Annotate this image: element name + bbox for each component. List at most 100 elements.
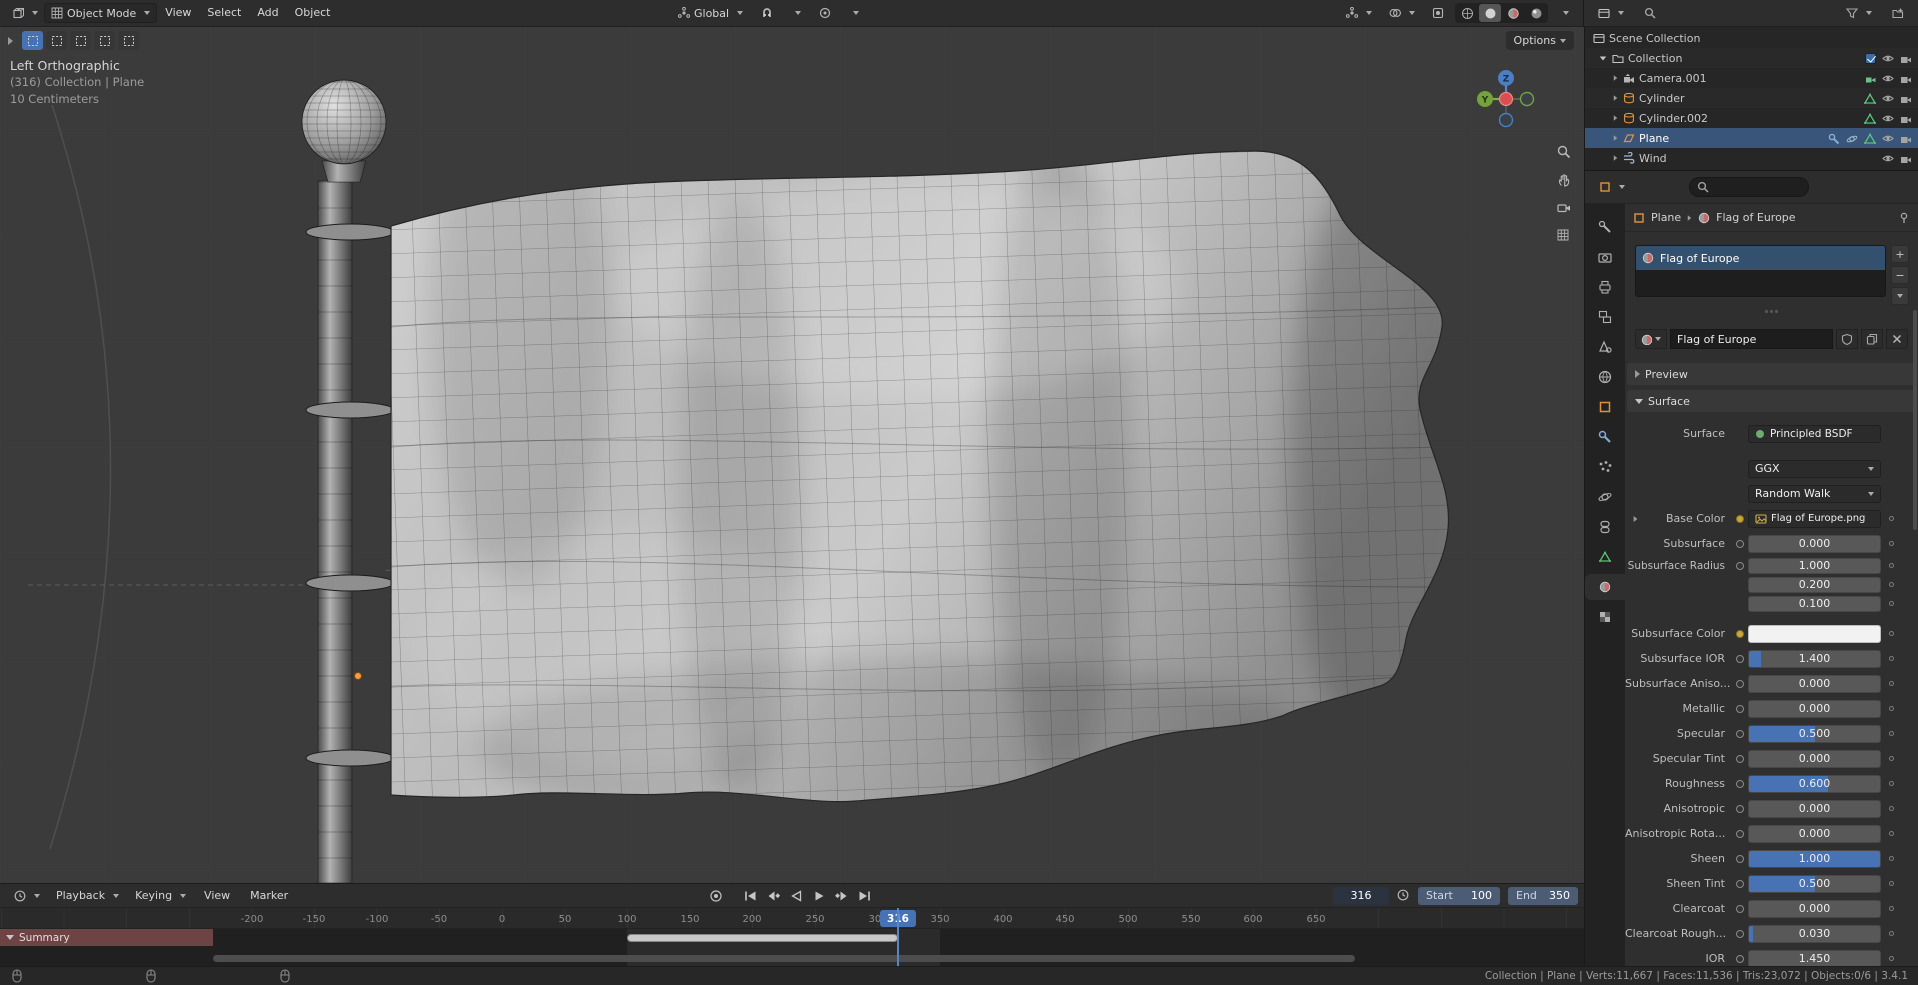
subsurface-radius-y-field[interactable]: 0.200 xyxy=(1748,576,1881,593)
list-resize-grip[interactable] xyxy=(1625,307,1918,315)
tab-world[interactable] xyxy=(1585,364,1625,390)
render-camera-icon[interactable] xyxy=(1900,152,1912,165)
xray-toggle[interactable] xyxy=(1426,3,1450,23)
playback-menu[interactable]: Playback xyxy=(50,886,125,906)
select-mode-extend-button[interactable] xyxy=(46,31,67,50)
hide-eye-icon[interactable] xyxy=(1882,52,1894,65)
next-keyframe-button[interactable] xyxy=(832,887,852,904)
animate-decorator[interactable] xyxy=(1888,856,1894,861)
animate-decorator[interactable] xyxy=(1888,656,1894,661)
timeline-marker-menu[interactable]: Marker xyxy=(242,886,296,906)
menu-add[interactable]: Add xyxy=(249,3,286,23)
distribution-dropdown[interactable]: GGX xyxy=(1748,459,1881,478)
outliner-row-cylinder[interactable]: Cylinder xyxy=(1585,88,1918,108)
surface-shader-button[interactable]: Principled BSDF xyxy=(1748,424,1881,443)
hide-eye-icon[interactable] xyxy=(1882,72,1894,85)
navigation-gizmo[interactable]: Z Y xyxy=(1474,67,1538,131)
proportional-editing-toggle[interactable] xyxy=(813,3,837,23)
timeline-view-menu[interactable]: View xyxy=(196,886,238,906)
expand-icon[interactable] xyxy=(1613,135,1618,141)
tab-physics[interactable] xyxy=(1585,484,1625,510)
add-slot-button[interactable]: + xyxy=(1891,245,1909,263)
timeline-ruler[interactable]: -200 -150 -100 -50 0 50 100 150 200 250 … xyxy=(0,908,1584,929)
subsurface-slider[interactable]: 0.000 xyxy=(1748,534,1881,553)
render-camera-icon[interactable] xyxy=(1900,52,1912,65)
menu-select[interactable]: Select xyxy=(199,3,249,23)
tab-output[interactable] xyxy=(1585,274,1625,300)
sheen-slider[interactable]: 1.000 xyxy=(1748,849,1881,868)
unlink-material-button[interactable] xyxy=(1886,329,1908,349)
tab-texture[interactable] xyxy=(1585,604,1625,630)
play-reverse-button[interactable] xyxy=(786,887,806,904)
outliner-editor-type-button[interactable] xyxy=(1592,3,1630,23)
scene-3d[interactable] xyxy=(0,27,1584,883)
editor-type-button[interactable] xyxy=(6,3,44,23)
tab-tool[interactable] xyxy=(1585,214,1625,240)
breadcrumb-object[interactable]: Plane xyxy=(1651,211,1681,224)
play-button[interactable] xyxy=(809,887,829,904)
use-preview-range-icon[interactable] xyxy=(1397,889,1410,903)
ior-field[interactable]: 1.450 xyxy=(1748,949,1881,966)
keyframe-band[interactable] xyxy=(627,934,898,942)
current-frame-field[interactable]: 316 xyxy=(1333,886,1389,905)
animate-decorator[interactable] xyxy=(1888,731,1894,736)
animate-decorator[interactable] xyxy=(1888,931,1894,936)
shading-solid-button[interactable] xyxy=(1479,4,1501,22)
properties-search-input[interactable] xyxy=(1689,177,1809,197)
jump-to-start-button[interactable] xyxy=(740,887,760,904)
outliner-filter-dropdown[interactable] xyxy=(1840,3,1878,23)
menu-object[interactable]: Object xyxy=(287,3,339,23)
specular-tint-slider[interactable]: 0.000 xyxy=(1748,749,1881,768)
shading-settings-dropdown[interactable] xyxy=(1553,3,1575,23)
camera-view-icon[interactable] xyxy=(1557,201,1572,216)
duplicate-material-button[interactable] xyxy=(1861,329,1883,349)
tab-object-data[interactable] xyxy=(1585,544,1625,570)
playhead-line[interactable] xyxy=(897,908,899,967)
animate-decorator[interactable] xyxy=(1888,756,1894,761)
specular-slider[interactable]: 0.500 xyxy=(1748,724,1881,743)
tab-view-layer[interactable] xyxy=(1585,304,1625,330)
animate-decorator[interactable] xyxy=(1888,681,1894,686)
hide-eye-icon[interactable] xyxy=(1882,92,1894,105)
new-collection-button[interactable] xyxy=(1886,3,1910,23)
perspective-toggle-icon[interactable] xyxy=(1557,229,1572,244)
render-camera-icon[interactable] xyxy=(1900,112,1912,125)
slot-specials-dropdown[interactable] xyxy=(1891,287,1909,305)
toolbar-expand-icon[interactable] xyxy=(8,36,13,45)
gizmo-x-axis[interactable] xyxy=(1498,91,1514,107)
tab-object[interactable] xyxy=(1585,394,1625,420)
animate-decorator[interactable] xyxy=(1888,906,1894,911)
subsurface-anisotropy-slider[interactable]: 0.000 xyxy=(1748,674,1881,693)
base-color-image-button[interactable]: Flag of Europe.png xyxy=(1748,509,1881,528)
animate-decorator[interactable] xyxy=(1888,563,1894,568)
anisotropic-slider[interactable]: 0.000 xyxy=(1748,799,1881,818)
animate-decorator[interactable] xyxy=(1888,956,1894,961)
gizmo-y-neg-axis[interactable] xyxy=(1519,91,1535,107)
timeline-horizontal-scrollbar[interactable] xyxy=(213,955,1355,962)
subsurface-method-dropdown[interactable]: Random Walk xyxy=(1748,484,1881,503)
subsurface-color-swatch[interactable] xyxy=(1748,624,1881,643)
tab-scene[interactable] xyxy=(1585,334,1625,360)
preview-section-header[interactable]: Preview xyxy=(1627,363,1916,385)
summary-channel[interactable]: Summary xyxy=(0,929,213,946)
outliner-row-wind[interactable]: Wind xyxy=(1585,148,1918,168)
expand-icon[interactable] xyxy=(1613,155,1618,161)
expand-icon[interactable] xyxy=(1613,95,1618,101)
auto-keying-toggle[interactable] xyxy=(706,887,726,904)
hide-eye-icon[interactable] xyxy=(1882,112,1894,125)
timeline-editor-type-button[interactable] xyxy=(8,886,46,906)
proportional-falloff-dropdown[interactable] xyxy=(843,3,865,23)
expander-icon[interactable] xyxy=(1633,515,1638,522)
select-mode-invert-button[interactable] xyxy=(94,31,115,50)
animate-decorator[interactable] xyxy=(1888,781,1894,786)
transform-orientation-dropdown[interactable]: Global xyxy=(672,3,749,23)
timeline-channel-area[interactable]: Summary xyxy=(0,929,1584,966)
render-camera-icon[interactable] xyxy=(1900,72,1912,85)
outliner-search-button[interactable] xyxy=(1638,3,1662,23)
breadcrumb-material[interactable]: Flag of Europe xyxy=(1716,211,1795,224)
tab-modifiers[interactable] xyxy=(1585,424,1625,450)
outliner-row-collection[interactable]: Collection xyxy=(1585,48,1918,68)
surface-section-header[interactable]: Surface xyxy=(1627,390,1916,412)
properties-scrollbar[interactable] xyxy=(1913,310,1917,530)
animate-decorator[interactable] xyxy=(1888,706,1894,711)
